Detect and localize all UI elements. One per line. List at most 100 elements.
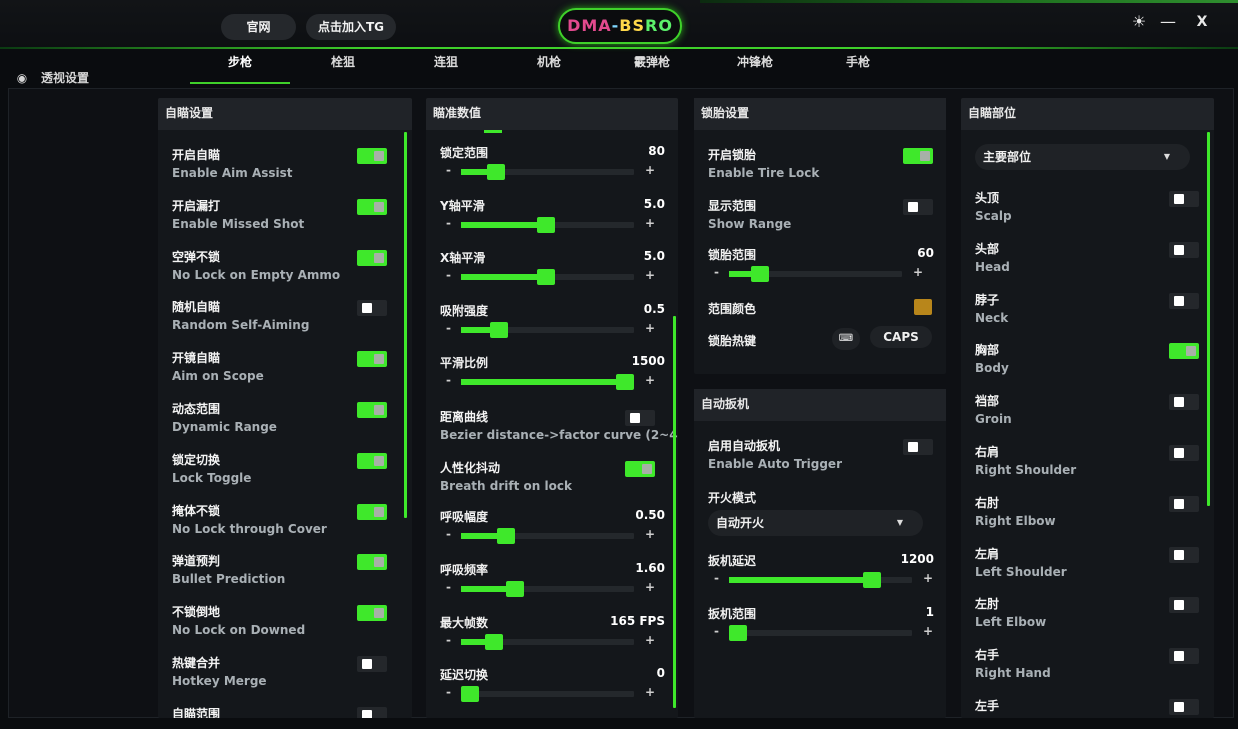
plus-icon[interactable]: + [645,321,655,335]
value-slider-track[interactable] [461,322,634,338]
toggle-switch[interactable] [1169,343,1199,360]
smooth-ratio-slider-thumb[interactable] [616,374,634,390]
minus-icon[interactable]: - [714,265,719,279]
breath-slider-track[interactable] [461,686,634,702]
trigger-range-slider-track[interactable] [729,625,912,641]
breath-slider-thumb[interactable] [497,528,515,544]
sidebar-item-0[interactable]: ◉ 透视设置 [14,67,89,89]
value-slider-thumb[interactable] [537,217,555,233]
minus-icon[interactable]: - [714,624,719,638]
value-slider-thumb[interactable] [487,164,505,180]
tab-weapon-0[interactable]: 步枪 [190,50,290,84]
breath-slider-track[interactable] [461,528,634,544]
minimize-icon[interactable]: — [1158,12,1178,31]
plus-icon[interactable]: + [645,633,655,647]
plus-icon[interactable]: + [645,163,655,177]
hotkey-button[interactable]: CAPS [870,326,932,348]
toggle-switch[interactable] [625,410,655,426]
minus-icon[interactable]: - [446,527,451,541]
minus-icon[interactable]: - [446,216,451,230]
minus-icon[interactable]: - [446,580,451,594]
plus-icon[interactable]: + [645,685,655,699]
plus-icon[interactable]: + [645,268,655,282]
tire-range-slider-track[interactable] [729,266,902,282]
toggle-switch[interactable] [1169,699,1199,715]
theme-toggle-icon[interactable]: ☀ [1129,12,1149,31]
toggle-switch[interactable] [625,461,655,477]
breath-slider-track[interactable] [461,634,634,650]
official-site-button[interactable]: 官网 [221,14,296,40]
minus-icon[interactable]: - [446,163,451,177]
toggle-switch[interactable] [1169,546,1199,563]
close-icon[interactable]: X [1192,14,1212,30]
tab-weapon-4[interactable]: 霰弹枪 [602,50,702,84]
toggle-switch[interactable] [357,503,387,520]
plus-icon[interactable]: + [645,527,655,541]
value-slider-track[interactable] [461,164,634,180]
main-part-dropdown[interactable]: 主要部位 ▼ [975,144,1190,170]
tab-weapon-6[interactable]: 手枪 [808,50,908,84]
toggle-switch[interactable] [903,439,933,455]
scrollbar[interactable] [404,132,407,518]
minus-icon[interactable]: - [714,571,719,585]
plus-icon[interactable]: + [645,580,655,594]
toggle-switch[interactable] [1169,241,1199,258]
value-slider-track[interactable] [461,217,634,233]
scrollbar[interactable] [673,316,676,708]
keyboard-icon[interactable]: ⌨ [832,328,860,350]
setting-label: 弹道预判 [172,554,221,569]
tab-weapon-5[interactable]: 冲锋枪 [705,50,805,84]
breath-slider-thumb[interactable] [461,686,479,702]
toggle-switch[interactable] [1169,648,1199,665]
toggle-switch[interactable] [357,452,387,469]
value-slider-thumb[interactable] [490,322,508,338]
breath-slider-value: 0.50 [635,508,665,522]
minus-icon[interactable]: - [446,268,451,282]
toggle-switch[interactable] [357,554,387,571]
toggle-switch[interactable] [1169,597,1199,614]
minus-icon[interactable]: - [446,633,451,647]
minus-icon[interactable]: - [446,373,451,387]
trigger-delay-slider-track[interactable] [729,572,912,588]
fire-mode-label: 开火模式 [708,491,757,505]
toggle-switch[interactable] [1169,495,1199,512]
toggle-switch[interactable] [357,148,387,164]
breath-slider-thumb[interactable] [485,634,503,650]
toggle-switch[interactable] [357,706,387,718]
toggle-switch[interactable] [357,605,387,622]
plus-icon[interactable]: + [913,265,923,279]
value-slider-thumb[interactable] [537,269,555,285]
breath-slider-thumb[interactable] [506,581,524,597]
trigger-range-slider-thumb[interactable] [729,625,747,641]
toggle-switch[interactable] [903,148,933,164]
trigger-delay-slider-thumb[interactable] [863,572,881,588]
tab-weapon-2[interactable]: 连狙 [396,50,496,84]
toggle-switch[interactable] [357,249,387,266]
tire-range-slider-thumb[interactable] [751,266,769,282]
toggle-switch[interactable] [357,300,387,317]
join-tg-button[interactable]: 点击加入TG [306,14,396,40]
breath-slider-track[interactable] [461,581,634,597]
toggle-switch[interactable] [357,198,387,215]
tab-weapon-3[interactable]: 机枪 [499,50,599,84]
minus-icon[interactable]: - [446,685,451,699]
toggle-switch[interactable] [357,402,387,418]
smooth-ratio-slider-track[interactable] [461,374,634,390]
tab-weapon-1[interactable]: 栓狙 [293,50,393,84]
scrollbar[interactable] [1207,132,1210,506]
toggle-switch[interactable] [1169,394,1199,411]
toggle-switch[interactable] [1169,191,1199,207]
fire-mode-dropdown[interactable]: 自动开火 ▼ [708,510,923,536]
range-color-swatch[interactable] [914,299,932,315]
toggle-switch[interactable] [357,656,387,672]
plus-icon[interactable]: + [645,373,655,387]
toggle-switch[interactable] [357,351,387,368]
toggle-switch[interactable] [903,199,933,215]
toggle-switch[interactable] [1169,292,1199,309]
plus-icon[interactable]: + [923,624,933,638]
minus-icon[interactable]: - [446,321,451,335]
plus-icon[interactable]: + [645,216,655,230]
value-slider-track[interactable] [461,269,634,285]
toggle-switch[interactable] [1169,445,1199,461]
plus-icon[interactable]: + [923,571,933,585]
